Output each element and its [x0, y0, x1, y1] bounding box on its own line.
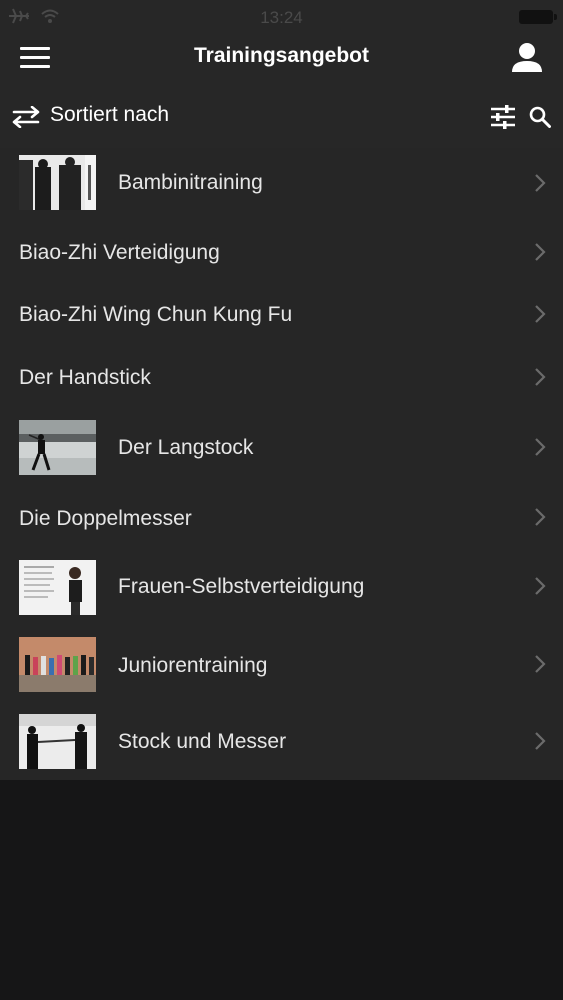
thumbnail-image — [19, 560, 96, 615]
user-profile-icon[interactable] — [511, 40, 543, 74]
chevron-right-icon — [535, 305, 546, 323]
thumbnail-image — [19, 420, 96, 475]
list-item-label: Frauen-Selbstverteidigung — [118, 575, 365, 598]
list-item-label: Bambinitraining — [118, 171, 263, 194]
thumbnail-image — [19, 714, 96, 769]
list-item[interactable]: Biao-Zhi Verteidigung — [0, 218, 563, 280]
list-item-label: Biao-Zhi Wing Chun Kung Fu — [19, 303, 293, 326]
list-item[interactable]: Stock und Messer — [0, 704, 563, 780]
chevron-right-icon — [535, 655, 546, 673]
status-bar: 13:24 — [0, 0, 563, 36]
thumbnail-image — [19, 155, 96, 210]
chevron-right-icon — [535, 732, 546, 750]
list-item[interactable]: Frauen-Selbstverteidigung — [0, 548, 563, 626]
list-item[interactable]: Der Handstick — [0, 342, 563, 404]
filter-sliders-icon[interactable] — [490, 104, 516, 130]
list-item[interactable]: Der Langstock — [0, 404, 563, 486]
sort-label[interactable]: Sortiert nach — [50, 103, 169, 127]
nav-bar: Trainingsangebot — [0, 36, 563, 82]
list-item-label: Juniorentraining — [118, 654, 268, 677]
list-item[interactable]: Biao-Zhi Wing Chun Kung Fu — [0, 280, 563, 342]
battery-icon — [519, 10, 557, 24]
training-list: Bambinitraining Biao-Zhi Verteidigung Bi… — [0, 148, 563, 780]
sort-arrows-icon[interactable] — [12, 106, 40, 128]
chevron-right-icon — [535, 243, 546, 261]
list-item[interactable]: Bambinitraining — [0, 148, 563, 218]
chevron-right-icon — [535, 174, 546, 192]
search-icon[interactable] — [529, 106, 551, 128]
list-item[interactable]: Juniorentraining — [0, 626, 563, 704]
list-item-label: Biao-Zhi Verteidigung — [19, 241, 220, 264]
app-screen: 13:24 Trainingsangebot Sortiert nach Bam… — [0, 0, 563, 1000]
list-item[interactable]: Die Doppelmesser — [0, 486, 563, 548]
list-item-label: Stock und Messer — [118, 730, 287, 753]
chevron-right-icon — [535, 577, 546, 595]
sort-bar: Sortiert nach — [0, 82, 563, 148]
thumbnail-image — [19, 637, 96, 692]
chevron-right-icon — [535, 438, 546, 456]
status-time: 13:24 — [260, 8, 303, 27]
list-item-label: Der Handstick — [19, 366, 151, 389]
chevron-right-icon — [535, 368, 546, 386]
page-title: Trainingsangebot — [193, 44, 369, 67]
list-item-label: Die Doppelmesser — [19, 507, 192, 530]
chevron-right-icon — [535, 508, 546, 526]
list-item-label: Der Langstock — [118, 436, 254, 459]
